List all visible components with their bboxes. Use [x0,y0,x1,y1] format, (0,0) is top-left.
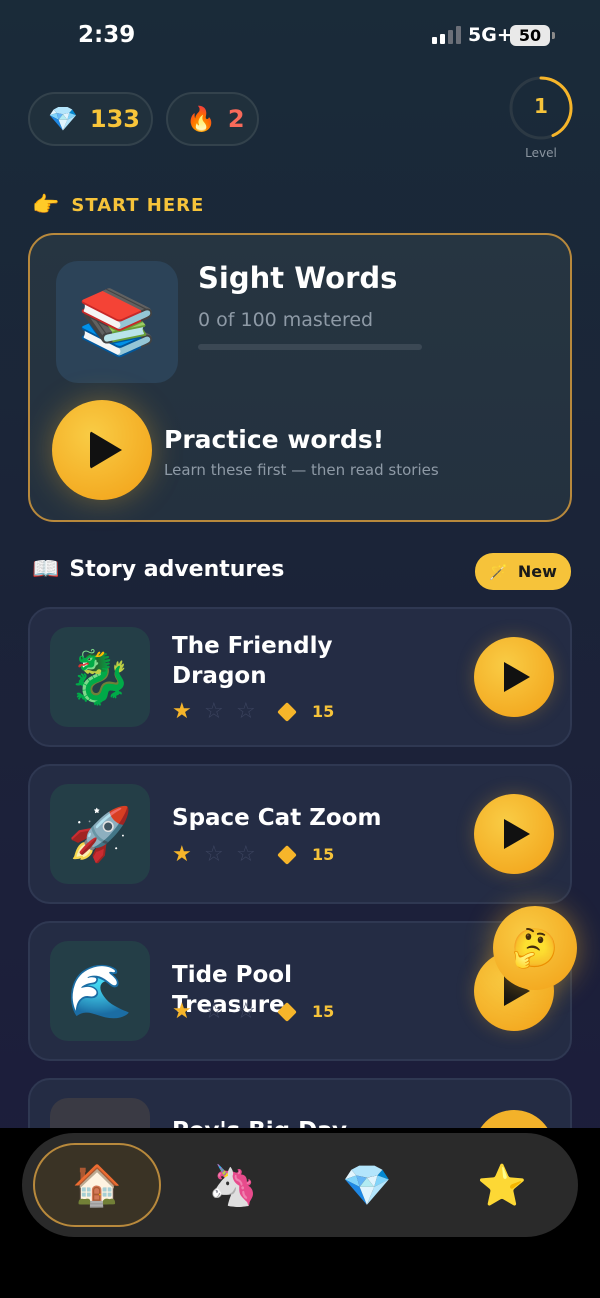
sight-words-title: Sight Words [198,261,398,295]
practice-title: Practice words! [164,425,385,454]
play-icon [90,431,122,469]
gem-icon [277,1001,297,1022]
star-icon: ⭐ [477,1162,527,1209]
level-number: 1 [534,94,548,118]
star-empty-icon: ☆ [236,842,256,867]
star-empty-icon: ☆ [204,999,224,1024]
start-here-heading: 👉 START HERE [32,193,204,218]
bottom-tab-bar: 🏠 🦄 💎 ⭐ [22,1133,578,1237]
star-empty-icon: ☆ [204,842,224,867]
star-empty-icon: ☆ [204,699,224,724]
new-stories-button[interactable]: 🪄 New [475,553,571,590]
story-meta: ★ ☆ ☆ 15 [172,699,334,724]
gem-icon [277,844,297,865]
gem-icon [277,701,297,722]
tab-stars[interactable]: ⭐ [438,1143,566,1227]
sight-words-card[interactable]: 📚 Sight Words 0 of 100 mastered Practice… [28,233,572,522]
level-label: Level [525,146,557,160]
story-meta: ★ ☆ ☆ 15 [172,999,334,1024]
play-icon [504,819,530,849]
signal-icon [432,26,461,44]
dragon-icon: 🐉 [50,627,150,727]
gems-counter[interactable]: 💎 133 [28,92,153,146]
rocket-icon: 🚀 [50,784,150,884]
star-filled-icon: ★ [172,999,192,1024]
battery-icon: 50 [510,25,555,46]
sight-words-progress-text: 0 of 100 mastered [198,309,374,331]
unicorn-icon: 🦄 [208,1162,258,1209]
streak-count: 2 [227,105,245,133]
new-badge-label: New [517,562,557,581]
wave-icon: 🌊 [50,941,150,1041]
sight-words-progress-bar [198,344,422,350]
star-empty-icon: ☆ [236,699,256,724]
story-card-friendly-dragon[interactable]: 🐉 The Friendly Dragon ★ ☆ ☆ 15 [28,607,572,747]
story-adventures-title: Story adventures [69,557,285,582]
pointing-hand-icon: 👉 [32,193,60,218]
status-bar: 2:39 5G+ 50 [0,0,600,70]
story-title: The Friendly Dragon [172,633,333,689]
story-play-button[interactable] [474,637,554,717]
help-thinking-button[interactable]: 🤔 [493,906,577,990]
tab-gems[interactable]: 💎 [303,1143,431,1227]
open-book-icon: 📖 [32,557,60,582]
gem-reward: 15 [312,702,335,721]
story-card-tide-pool-treasure[interactable]: 🌊 Tide Pool Treasure ★ ☆ ☆ 15 [28,921,572,1061]
streak-counter[interactable]: 🔥 2 [166,92,259,146]
gem-icon: 💎 [48,105,78,133]
practice-subtitle: Learn these first — then read stories [164,461,439,479]
home-icon: 🏠 [72,1162,122,1209]
books-icon: 📚 [56,261,178,383]
play-icon [504,662,530,692]
gem-reward: 15 [312,845,335,864]
story-meta: ★ ☆ ☆ 15 [172,842,334,867]
story-card-space-cat-zoom[interactable]: 🚀 Space Cat Zoom ★ ☆ ☆ 15 [28,764,572,904]
gem-icon: 💎 [342,1162,392,1209]
practice-play-button[interactable] [52,400,152,500]
story-play-button[interactable] [474,794,554,874]
fire-icon: 🔥 [186,105,216,133]
gem-reward: 15 [312,1002,335,1021]
network-type: 5G+ [468,24,513,46]
gems-count: 133 [89,105,140,133]
tab-unicorn[interactable]: 🦄 [169,1143,297,1227]
tab-home[interactable]: 🏠 [33,1143,161,1227]
start-here-label: START HERE [71,195,205,216]
star-filled-icon: ★ [172,699,192,724]
status-time: 2:39 [78,22,136,48]
story-adventures-heading: 📖 Story adventures [32,557,284,582]
magic-wand-icon: 🪄 [489,562,508,581]
star-filled-icon: ★ [172,842,192,867]
story-title: Space Cat Zoom [172,805,382,831]
star-empty-icon: ☆ [236,999,256,1024]
